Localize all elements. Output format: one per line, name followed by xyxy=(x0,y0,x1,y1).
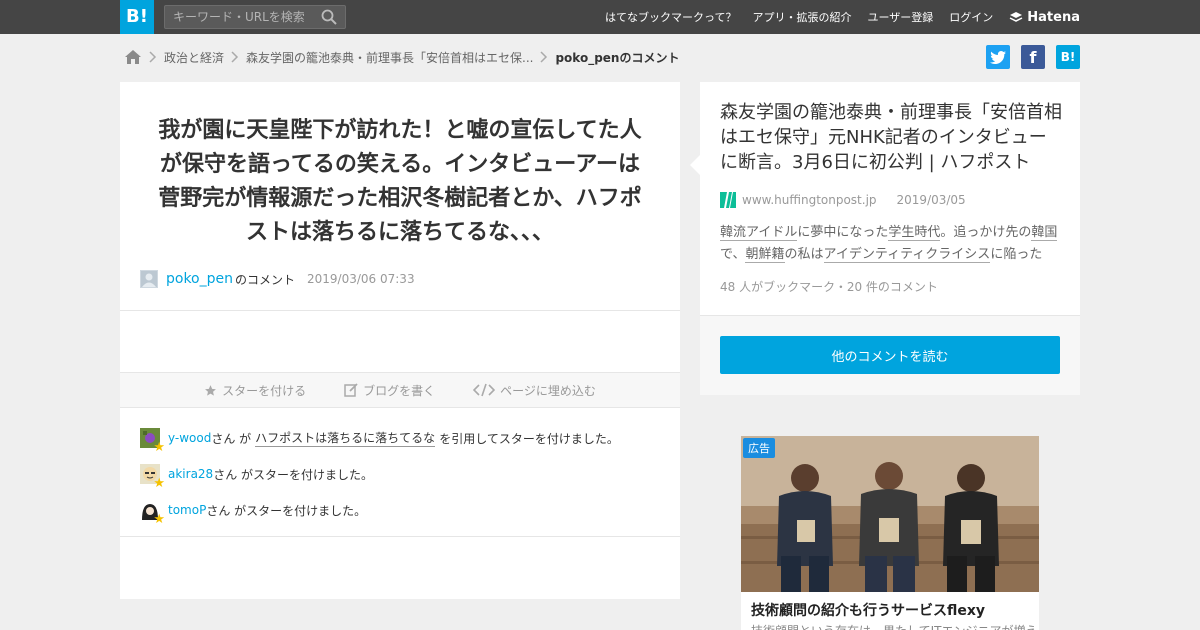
hatena-bookmark-logo[interactable]: B! xyxy=(120,0,154,34)
about-link[interactable]: はてなブックマークって？ xyxy=(605,9,736,25)
excerpt-keyword[interactable]: 朝鮮籍 xyxy=(745,247,785,263)
star-quote[interactable]: ハフポストは落ちるに落ちてるな xyxy=(255,429,436,447)
huffpost-favicon-icon xyxy=(720,192,736,208)
hatena-brand-link[interactable]: Hatena xyxy=(1009,10,1080,25)
star-user-link[interactable]: tomoP xyxy=(168,503,206,517)
chevron-right-icon xyxy=(224,46,246,68)
comment-user-link[interactable]: poko_pen xyxy=(166,271,233,287)
star-item: ★ tomoP さん がスターを付けました。 xyxy=(140,500,660,526)
add-star-label: スターを付ける xyxy=(222,383,307,398)
chevron-right-icon xyxy=(533,46,555,68)
ad-title[interactable]: 技術顧問の紹介も行うサービスflexy xyxy=(751,600,985,620)
excerpt-keyword[interactable]: 韓国 xyxy=(1031,225,1058,241)
twitter-share-button[interactable] xyxy=(986,45,1010,69)
hatena-mark-icon xyxy=(1009,12,1023,22)
entry-date: 2019/03/05 xyxy=(896,193,966,207)
excerpt-keyword[interactable]: 韓流アイドル xyxy=(720,225,798,241)
write-blog-label: ブログを書く xyxy=(363,383,436,398)
excerpt-keyword[interactable]: アイデンティティクライシス xyxy=(823,247,991,263)
entry-card: 森友学園の籠池泰典・前理事長「安倍首相はエセ保守」元NHK記者のインタビューに断… xyxy=(690,82,1080,395)
facebook-share-button[interactable]: f xyxy=(1021,45,1045,69)
avatar[interactable] xyxy=(140,270,158,288)
divider xyxy=(120,536,680,537)
embed-label: ページに埋め込む xyxy=(500,383,596,398)
share-buttons: f B! xyxy=(986,45,1080,69)
comment-suffix: のコメント xyxy=(235,272,296,287)
comment-meta: poko_pen のコメント 2019/03/06 07:33 xyxy=(140,270,415,288)
entry-site-link[interactable]: www.huffingtonpost.jp xyxy=(742,193,877,207)
chevron-right-icon xyxy=(142,46,164,68)
entry-site-row: www.huffingtonpost.jp 2019/03/05 xyxy=(720,192,966,208)
star-text-post: を引用してスターを付けました。 xyxy=(439,431,619,446)
read-other-comments-button[interactable]: 他のコメントを読む xyxy=(720,336,1060,374)
star-text: さん がスターを付けました。 xyxy=(206,503,367,518)
breadcrumb-category[interactable]: 政治と経済 xyxy=(164,49,224,66)
home-icon[interactable] xyxy=(124,49,142,65)
action-bar: スターを付ける ブログを書く ページに埋め込む xyxy=(120,372,680,408)
star-badge-icon: ★ xyxy=(153,440,165,455)
hatena-brand-label: Hatena xyxy=(1027,9,1080,25)
avatar[interactable]: ★ xyxy=(140,464,165,490)
write-blog-button[interactable]: ブログを書く xyxy=(344,382,435,399)
excerpt-text: に夢中になった xyxy=(797,225,889,240)
comment-text: 我が園に天皇陛下が訪れた！と嘘の宣伝してた人が保守を語ってるの笑える。インタビュ… xyxy=(158,118,642,245)
register-link[interactable]: ユーザー登録 xyxy=(868,9,934,25)
entry-title[interactable]: 森友学園の籠池泰典・前理事長「安倍首相はエセ保守」元NHK記者のインタビューに断… xyxy=(720,100,1062,175)
divider xyxy=(120,310,680,311)
avatar[interactable]: ★ xyxy=(140,428,165,454)
comment-card: 我が園に天皇陛下が訪れた！と嘘の宣伝してた人が保守を語ってるの笑える。インタビュ… xyxy=(120,82,680,599)
login-link[interactable]: ログイン xyxy=(949,9,993,25)
star-text: さん がスターを付けました。 xyxy=(213,467,374,482)
top-navigation-bar: B! はてなブックマークって？ アプリ・拡張の紹介 ユーザー登録 ログイン Ha… xyxy=(0,0,1200,34)
code-icon xyxy=(473,383,496,397)
star-badge-icon: ★ xyxy=(153,512,165,527)
apps-link[interactable]: アプリ・拡張の紹介 xyxy=(753,9,852,25)
add-star-button[interactable]: スターを付ける xyxy=(204,382,306,399)
comment-date[interactable]: 2019/03/06 07:33 xyxy=(307,272,415,286)
hatena-share-button[interactable]: B! xyxy=(1056,45,1080,69)
excerpt-text: に陥った xyxy=(990,247,1043,262)
star-badge-icon: ★ xyxy=(153,476,165,491)
entry-card-footer: 他のコメントを読む xyxy=(700,316,1080,395)
ad-label: 広告 xyxy=(743,438,775,458)
advertisement[interactable]: 広告 技術顧問の紹介も行うサービスflexy 技術顧問という存在は、果たしてIT… xyxy=(741,436,1039,630)
avatar[interactable]: ★ xyxy=(140,500,165,526)
search-input[interactable] xyxy=(165,6,315,28)
breadcrumb-current: poko_penのコメント xyxy=(555,50,680,65)
star-item: ★ akira28 さん がスターを付けました。 xyxy=(140,464,660,490)
breadcrumb: 政治と経済 森友学園の籠池泰典・前理事長「安倍首相はエセ保... poko_pe… xyxy=(124,46,679,68)
entry-excerpt: 韓流アイドルに夢中になった学生時代。追っかけ先の韓国で、朝鮮籍の私はアイデンティ… xyxy=(720,222,1062,266)
excerpt-text: 。追っかけ先の xyxy=(940,225,1032,240)
star-item: ★ y-wood さん が ハフポストは落ちるに落ちてるな を引用してスターを付… xyxy=(140,428,660,454)
star-user-link[interactable]: y-wood xyxy=(168,431,211,445)
star-text: さん が xyxy=(211,431,252,446)
excerpt-text: の私は xyxy=(784,247,824,262)
star-user-link[interactable]: akira28 xyxy=(168,467,213,481)
search-box xyxy=(164,5,346,29)
embed-button[interactable]: ページに埋め込む xyxy=(473,382,596,399)
ad-subtitle: 技術顧問という存在は、果たしてITエンジニアが増える xyxy=(751,622,1039,630)
twitter-icon xyxy=(990,50,1006,64)
card-pointer xyxy=(690,155,700,175)
search-icon[interactable] xyxy=(321,9,337,25)
star-list: ★ y-wood さん が ハフポストは落ちるに落ちてるな を引用してスターを付… xyxy=(140,428,660,536)
edit-icon xyxy=(344,383,358,397)
excerpt-keyword[interactable]: 学生時代 xyxy=(888,225,941,241)
breadcrumb-entry[interactable]: 森友学園の籠池泰典・前理事長「安倍首相はエセ保... xyxy=(246,49,533,66)
entry-counts[interactable]: 48 人がブックマーク・20 件のコメント xyxy=(720,278,938,295)
header-links: はてなブックマークって？ アプリ・拡張の紹介 ユーザー登録 ログイン Haten… xyxy=(605,0,1080,34)
star-icon xyxy=(205,384,217,396)
excerpt-text: で、 xyxy=(720,247,746,262)
ad-image[interactable] xyxy=(741,436,1039,592)
